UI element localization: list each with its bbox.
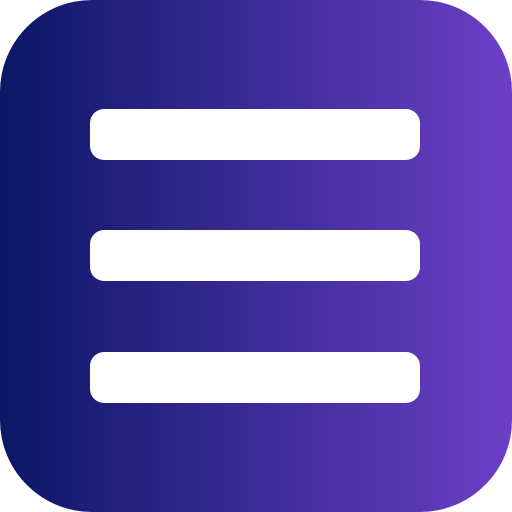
menu-bar-bottom <box>90 352 420 403</box>
menu-bar-middle <box>90 230 420 281</box>
hamburger-menu-icon[interactable] <box>0 0 512 512</box>
menu-bar-top <box>90 109 420 160</box>
